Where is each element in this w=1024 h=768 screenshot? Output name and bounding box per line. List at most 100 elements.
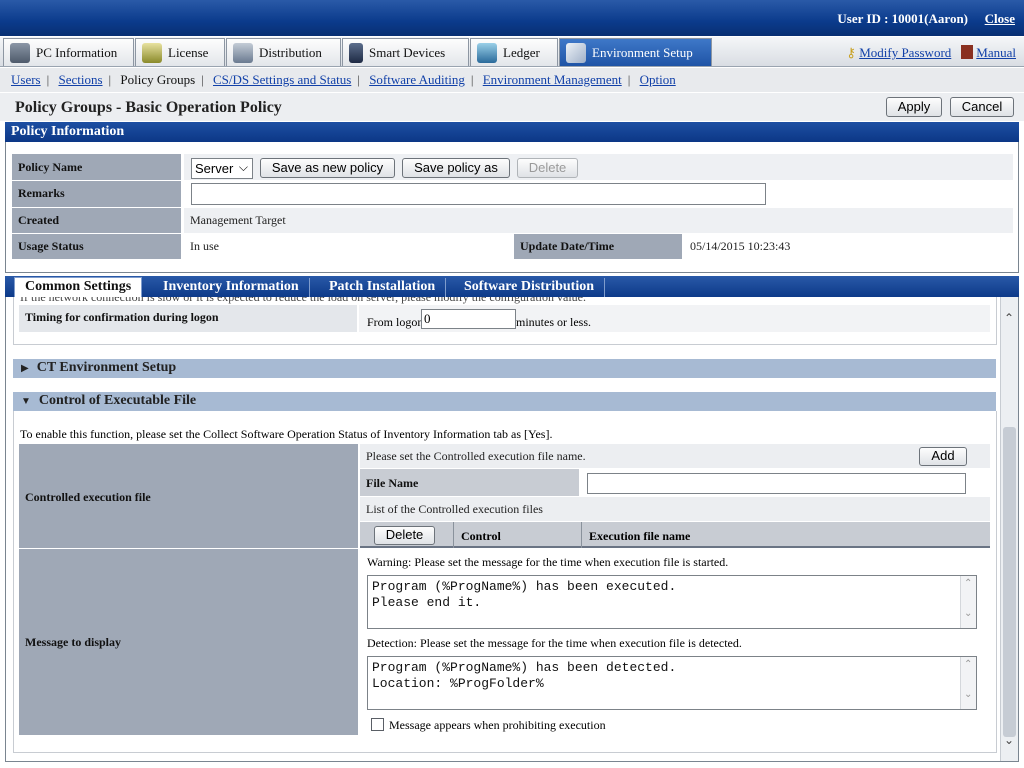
distribution-icon bbox=[233, 42, 253, 63]
collapse-down-icon: ▼ bbox=[21, 396, 31, 407]
tab-label: Distribution bbox=[259, 44, 322, 60]
tab-label: Environment Setup bbox=[592, 44, 693, 60]
license-icon bbox=[142, 42, 162, 63]
textarea-scrollbar[interactable]: ⌃ ⌄ bbox=[960, 576, 976, 628]
tab-ledger[interactable]: Ledger bbox=[470, 38, 558, 66]
scroll-up-icon: ⌃ bbox=[964, 659, 973, 670]
created-value: Management Target bbox=[184, 208, 1013, 233]
enable-note: To enable this function, please set the … bbox=[20, 427, 553, 441]
settings-content[interactable]: If the network connection is slow or it … bbox=[5, 297, 1019, 762]
manual-book-icon bbox=[961, 45, 974, 59]
chevron-down-icon: ⌵ bbox=[238, 160, 248, 174]
usage-status-label: Usage Status bbox=[12, 234, 181, 259]
expand-right-icon: ▶ bbox=[21, 363, 29, 374]
prohibit-message-checkbox[interactable] bbox=[371, 718, 384, 731]
delete-policy-button[interactable]: Delete bbox=[517, 158, 578, 178]
scroll-down-icon: ⌄ bbox=[964, 689, 973, 700]
file-name-label: File Name bbox=[360, 469, 579, 496]
modify-password-link[interactable]: Modify Password bbox=[859, 45, 951, 60]
col-control: Control bbox=[461, 529, 501, 543]
policy-name-value: Server bbox=[195, 161, 234, 176]
col-execution-file-name: Execution file name bbox=[589, 529, 691, 543]
subnav-policy-groups: Policy Groups bbox=[120, 72, 196, 87]
subnav-cs-ds-settings[interactable]: CS/DS Settings and Status bbox=[213, 72, 351, 87]
scroll-up-icon: ⌃ bbox=[964, 578, 973, 589]
section-title: Control of Executable File bbox=[38, 393, 197, 408]
tab-distribution[interactable]: Distribution bbox=[226, 38, 341, 66]
ledger-icon bbox=[477, 42, 497, 63]
scroll-up-icon[interactable]: ⌃ bbox=[1004, 311, 1014, 326]
cancel-button[interactable]: Cancel bbox=[950, 97, 1014, 117]
section-title: CT Environment Setup bbox=[36, 360, 177, 375]
subnav-environment-management[interactable]: Environment Management bbox=[483, 72, 622, 87]
warning-message-textarea[interactable] bbox=[367, 575, 977, 629]
timing-label: Timing for confirmation during logon bbox=[19, 305, 357, 332]
timing-input[interactable]: 0 bbox=[421, 309, 516, 329]
ct-environment-setup-header[interactable]: ▶ CT Environment Setup bbox=[13, 359, 996, 378]
set-name-note: Please set the Controlled execution file… bbox=[360, 444, 990, 468]
smart-device-icon bbox=[349, 42, 363, 63]
scrollbar-thumb[interactable] bbox=[1003, 427, 1016, 737]
key-icon: ⚷ bbox=[846, 45, 856, 60]
close-link[interactable]: Close bbox=[985, 11, 1015, 27]
page-title: Policy Groups - Basic Operation Policy bbox=[15, 99, 282, 116]
policy-information-header: Policy Information bbox=[5, 122, 1019, 142]
remarks-label: Remarks bbox=[12, 181, 181, 207]
top-banner: User ID : 10001(Aaron) Close bbox=[0, 0, 1024, 36]
tab-smart-devices[interactable]: Smart Devices bbox=[342, 38, 469, 66]
tools-icon bbox=[566, 42, 586, 63]
detection-message-textarea[interactable] bbox=[367, 656, 977, 710]
tab-label: License bbox=[168, 44, 209, 60]
tab-software-distribution[interactable]: Software Distribution bbox=[454, 278, 606, 297]
save-policy-as-button[interactable]: Save policy as bbox=[402, 158, 510, 178]
list-delete-button[interactable]: Delete bbox=[374, 526, 435, 545]
subnav-software-auditing[interactable]: Software Auditing bbox=[369, 72, 465, 87]
subnav-sections[interactable]: Sections bbox=[58, 72, 102, 87]
usage-status-value: In use bbox=[190, 239, 219, 253]
update-date-value: 05/14/2015 10:23:43 bbox=[690, 239, 791, 253]
controlled-execution-file-label: Controlled execution file bbox=[19, 444, 358, 548]
control-executable-file-header[interactable]: ▼ Control of Executable File bbox=[13, 392, 996, 411]
tab-label: Ledger bbox=[503, 44, 540, 60]
policy-name-select[interactable]: Server ⌵ bbox=[191, 158, 253, 179]
policy-name-label: Policy Name bbox=[12, 154, 181, 180]
remarks-input[interactable] bbox=[191, 183, 766, 205]
timing-suffix: minutes or less. bbox=[516, 315, 591, 329]
user-id-label: User ID : 10001(Aaron) bbox=[837, 11, 968, 26]
textarea-scrollbar[interactable]: ⌃ ⌄ bbox=[960, 657, 976, 709]
scroll-down-icon: ⌄ bbox=[964, 608, 973, 619]
tab-pc-information[interactable]: PC Information bbox=[3, 38, 134, 66]
vertical-scrollbar[interactable]: ⌃ ⌄ bbox=[1000, 297, 1018, 761]
save-as-new-policy-button[interactable]: Save as new policy bbox=[260, 158, 395, 178]
title-bar: Policy Groups - Basic Operation Policy A… bbox=[0, 93, 1024, 121]
tab-environment-setup[interactable]: Environment Setup bbox=[559, 38, 712, 66]
settings-tab-bar: Common Settings Inventory Information Pa… bbox=[5, 276, 1019, 297]
subnav-option[interactable]: Option bbox=[640, 72, 676, 87]
column-divider bbox=[453, 522, 454, 548]
apply-button[interactable]: Apply bbox=[886, 97, 942, 117]
pc-icon bbox=[10, 42, 30, 63]
main-nav: PC Information License Distribution Smar… bbox=[0, 37, 1024, 67]
sub-nav: Users | Sections | Policy Groups | CS/DS Se… bbox=[0, 68, 1024, 92]
tab-label: Smart Devices bbox=[369, 44, 446, 60]
timing-prefix: From logon bbox=[367, 315, 424, 329]
tab-label: PC Information bbox=[36, 44, 118, 60]
tab-patch-installation[interactable]: Patch Installation bbox=[319, 278, 447, 297]
subnav-users[interactable]: Users bbox=[11, 72, 41, 87]
column-divider bbox=[581, 522, 582, 548]
policy-information-panel: Policy Name Server ⌵ Save as new policy … bbox=[5, 142, 1019, 273]
update-date-label: Update Date/Time bbox=[514, 234, 682, 259]
tab-common-settings[interactable]: Common Settings bbox=[14, 277, 143, 297]
manual-link[interactable]: Manual bbox=[976, 45, 1016, 60]
tab-license[interactable]: License bbox=[135, 38, 225, 66]
list-note: List of the Controlled execution files bbox=[360, 497, 990, 521]
scroll-down-icon[interactable]: ⌄ bbox=[1004, 733, 1014, 748]
created-label: Created bbox=[12, 208, 181, 233]
prohibit-message-label: Message appears when prohibiting executi… bbox=[389, 718, 606, 732]
message-to-display-label: Message to display bbox=[19, 549, 358, 735]
header-links: ⚷ Modify Password Manual bbox=[846, 45, 1016, 61]
add-button[interactable]: Add bbox=[919, 447, 967, 466]
tab-inventory-information[interactable]: Inventory Information bbox=[153, 278, 310, 297]
file-name-input[interactable] bbox=[587, 473, 966, 494]
detection-note: Detection: Please set the message for th… bbox=[367, 636, 742, 650]
